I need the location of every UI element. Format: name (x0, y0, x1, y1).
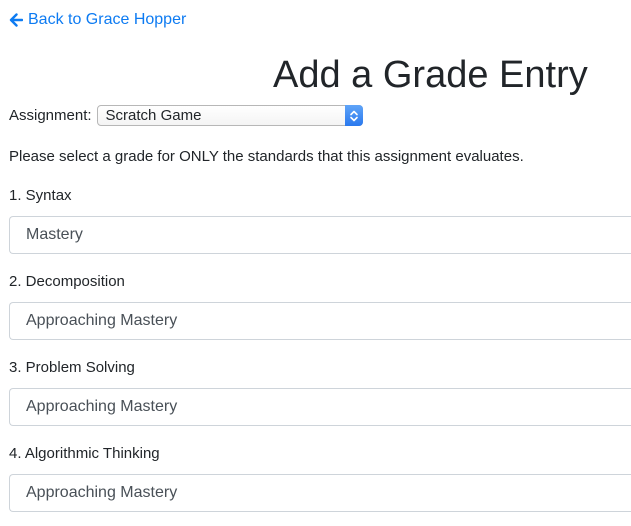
assignment-select[interactable]: Scratch Game (96, 105, 363, 126)
grade-select-syntax[interactable]: Mastery (9, 216, 631, 254)
grade-select-problem-solving[interactable]: Approaching Mastery (9, 388, 631, 426)
page-title: Add a Grade Entry (273, 54, 588, 96)
assignment-selected-value: Scratch Game (105, 107, 202, 124)
grade-entry-page: Back to Grace Hopper Add a Grade Entry A… (0, 0, 631, 526)
back-link[interactable]: Back to Grace Hopper (9, 9, 186, 31)
standard-label-algorithmic-thinking: 4. Algorithmic Thinking (9, 445, 160, 462)
standard-label-syntax: 1. Syntax (9, 187, 72, 204)
instructions-text: Please select a grade for ONLY the stand… (9, 148, 524, 165)
standard-label-problem-solving: 3. Problem Solving (9, 359, 135, 376)
grade-select-algorithmic-thinking[interactable]: Approaching Mastery (9, 474, 631, 512)
grade-select-value: Mastery (26, 226, 83, 243)
grade-select-value: Approaching Mastery (26, 312, 178, 329)
standard-label-decomposition: 2. Decomposition (9, 273, 125, 290)
grade-select-decomposition[interactable]: Approaching Mastery (9, 302, 631, 340)
arrow-left-icon (9, 13, 23, 27)
chevron-updown-icon (344, 105, 363, 126)
assignment-row: Assignment: Scratch Game (9, 104, 363, 127)
grade-select-value: Approaching Mastery (26, 398, 178, 415)
grade-select-value: Approaching Mastery (26, 484, 178, 501)
assignment-label: Assignment: (9, 107, 92, 124)
back-link-label: Back to Grace Hopper (28, 11, 187, 28)
